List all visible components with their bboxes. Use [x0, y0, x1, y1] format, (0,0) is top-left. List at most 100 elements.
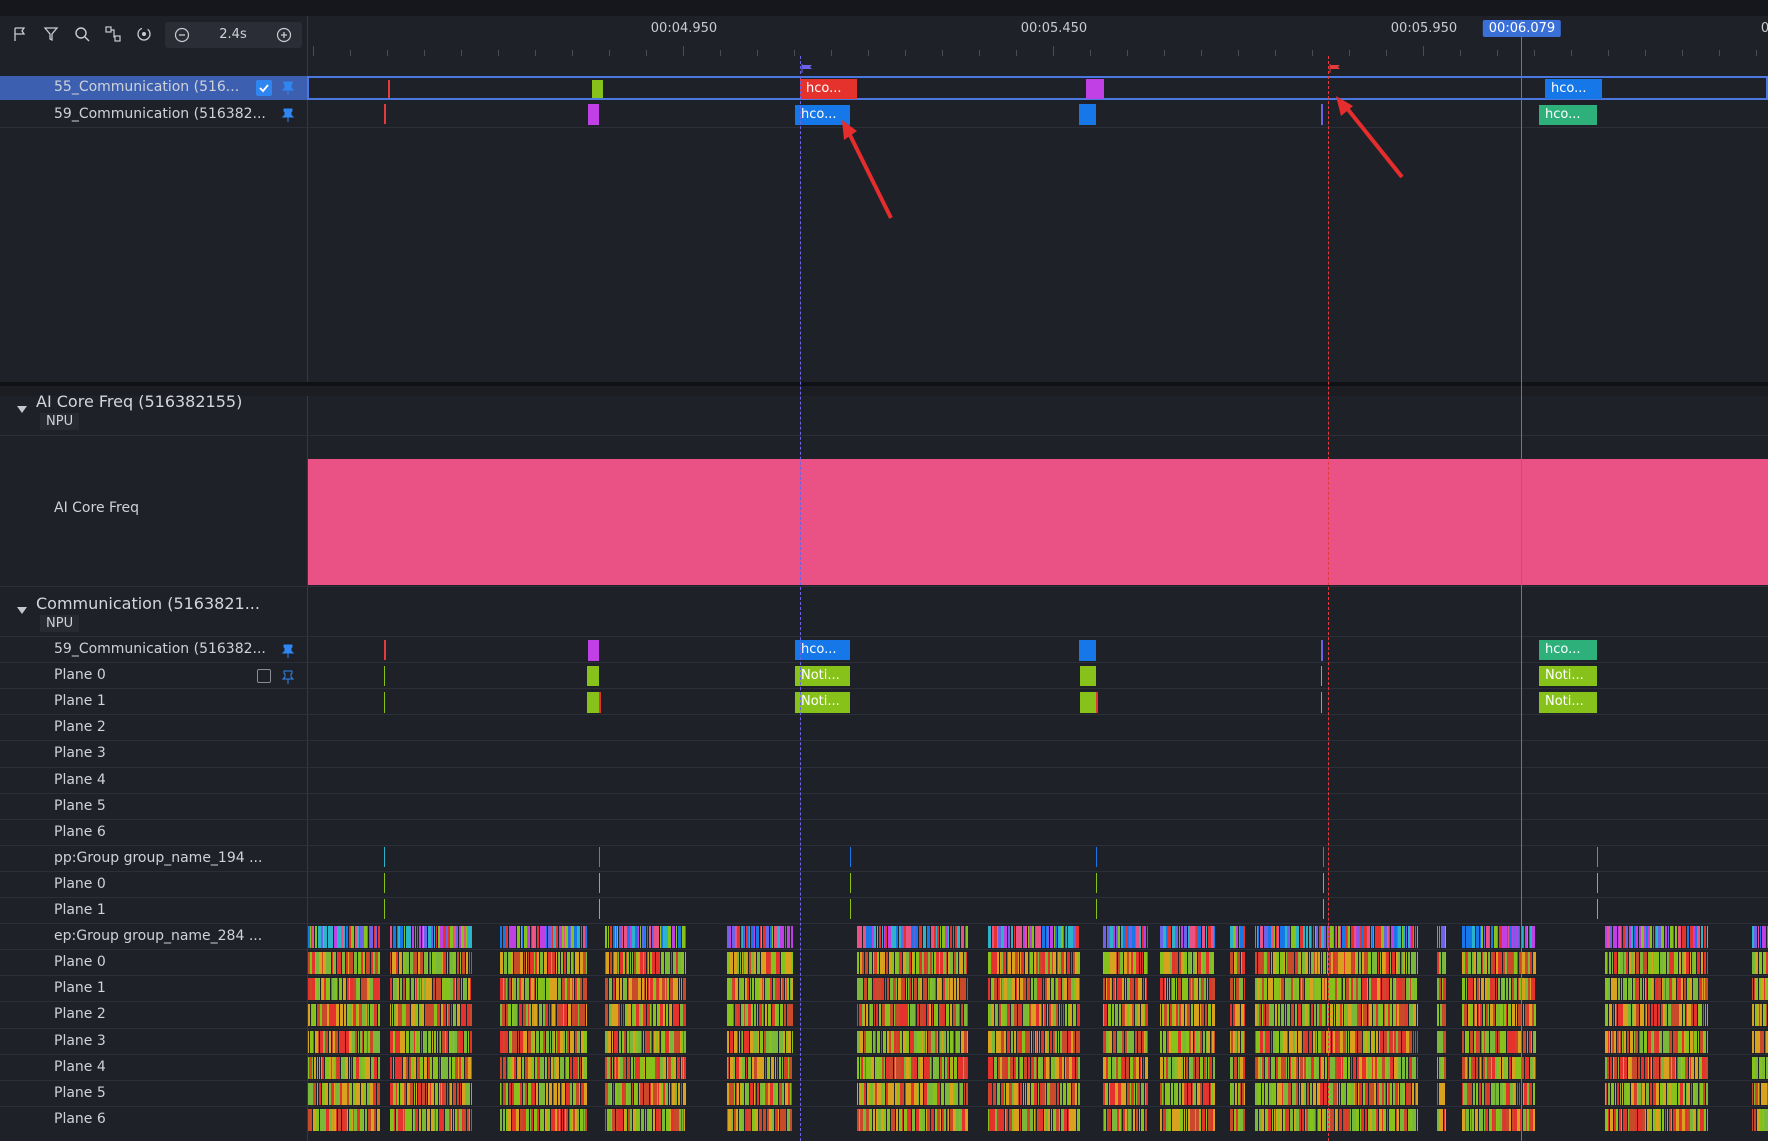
ep-trace-cluster[interactable]: [1103, 1004, 1148, 1026]
top-row-label[interactable]: 59_Communication (516382...: [54, 106, 266, 122]
collapse-triangle-icon[interactable]: [17, 607, 27, 614]
hco-slice[interactable]: hco...: [795, 640, 850, 660]
comm-row-label[interactable]: Plane 1: [54, 693, 106, 709]
ep-trace-cluster[interactable]: [857, 952, 968, 974]
ep-trace-cluster[interactable]: [1160, 952, 1215, 974]
ep-trace-cluster[interactable]: [727, 1057, 793, 1079]
noti-slice[interactable]: Noti...: [1539, 666, 1597, 686]
ep-trace-cluster[interactable]: [605, 1004, 686, 1026]
ep-trace-cluster[interactable]: [390, 1109, 472, 1131]
ep-trace-cluster[interactable]: [988, 1109, 1080, 1131]
ep-trace-cluster[interactable]: [1230, 952, 1245, 974]
comm-row-label[interactable]: ep:Group group_name_284 ...: [54, 928, 262, 944]
ep-trace-cluster[interactable]: [988, 1031, 1080, 1053]
ep-trace-cluster[interactable]: [1437, 1031, 1446, 1053]
ep-trace-cluster[interactable]: [308, 978, 380, 1000]
ep-trace-cluster[interactable]: [308, 1109, 380, 1131]
comm-row-label[interactable]: Plane 3: [54, 1033, 106, 1049]
pp-marker[interactable]: [1597, 873, 1598, 893]
ep-trace-cluster[interactable]: [1330, 1109, 1418, 1131]
comm-row-label[interactable]: Plane 6: [54, 1111, 106, 1127]
ep-trace-cluster[interactable]: [1605, 952, 1708, 974]
flag-icon[interactable]: [9, 23, 31, 45]
ep-trace-cluster[interactable]: [1752, 952, 1768, 974]
ep-trace-cluster[interactable]: [308, 1057, 380, 1079]
ep-trace-cluster[interactable]: [500, 978, 587, 1000]
slice-marker[interactable]: [1321, 104, 1323, 125]
filter-icon[interactable]: [40, 23, 62, 45]
ep-trace-cluster[interactable]: [390, 1057, 472, 1079]
row-checkbox[interactable]: [257, 669, 271, 683]
ep-trace-cluster[interactable]: [988, 952, 1080, 974]
comm-row-label[interactable]: Plane 5: [54, 798, 106, 814]
ep-trace-cluster[interactable]: [605, 1057, 686, 1079]
slice-marker[interactable]: [1079, 640, 1096, 661]
ep-trace-cluster[interactable]: [1160, 1004, 1215, 1026]
ep-trace-cluster[interactable]: [500, 1109, 587, 1131]
ep-trace-cluster[interactable]: [1160, 978, 1215, 1000]
ep-trace-cluster[interactable]: [1330, 926, 1418, 948]
ep-trace-cluster[interactable]: [1230, 978, 1245, 1000]
ep-trace-cluster[interactable]: [988, 926, 1080, 948]
ep-trace-cluster[interactable]: [1462, 1057, 1536, 1079]
comm-row-label[interactable]: Plane 0: [54, 954, 106, 970]
ep-trace-cluster[interactable]: [308, 1004, 380, 1026]
pp-marker[interactable]: [384, 873, 385, 893]
ep-trace-cluster[interactable]: [1103, 1057, 1148, 1079]
hco-slice[interactable]: hco...: [1545, 79, 1602, 99]
ep-trace-cluster[interactable]: [1605, 1031, 1708, 1053]
ep-trace-cluster[interactable]: [500, 1083, 587, 1105]
ep-trace-cluster[interactable]: [1752, 1109, 1768, 1131]
ep-trace-cluster[interactable]: [1230, 1083, 1245, 1105]
pp-marker[interactable]: [1323, 899, 1324, 919]
ep-trace-cluster[interactable]: [1752, 926, 1768, 948]
comm-row-label[interactable]: Plane 2: [54, 719, 106, 735]
zoom-out-icon[interactable]: [171, 24, 193, 46]
noti-slice[interactable]: Noti...: [795, 666, 850, 686]
ep-trace-cluster[interactable]: [500, 1031, 587, 1053]
ep-trace-cluster[interactable]: [1605, 1109, 1708, 1131]
ep-trace-cluster[interactable]: [1255, 1057, 1330, 1079]
ep-trace-cluster[interactable]: [1330, 1083, 1418, 1105]
ep-trace-cluster[interactable]: [857, 1031, 968, 1053]
slice-marker[interactable]: [587, 692, 601, 713]
slice-marker[interactable]: [384, 666, 385, 686]
ep-trace-cluster[interactable]: [390, 1031, 472, 1053]
comm-row-label[interactable]: pp:Group group_name_194 ...: [54, 850, 262, 866]
ep-trace-cluster[interactable]: [1605, 926, 1708, 948]
ep-trace-cluster[interactable]: [1752, 978, 1768, 1000]
pp-marker[interactable]: [599, 873, 600, 893]
comm-row-label[interactable]: Plane 3: [54, 745, 106, 761]
slice-marker[interactable]: [384, 104, 386, 124]
ep-trace-cluster[interactable]: [1103, 1109, 1148, 1131]
time-axis[interactable]: 00:04.950 00:05.450 00:05.950 00:06.079 …: [307, 16, 1768, 56]
search-icon[interactable]: [71, 23, 93, 45]
pp-marker[interactable]: [850, 873, 851, 893]
pp-marker[interactable]: [384, 899, 385, 919]
pin-icon[interactable]: [281, 107, 295, 122]
pp-marker[interactable]: [1096, 847, 1097, 867]
ep-trace-cluster[interactable]: [1462, 1083, 1536, 1105]
pp-marker[interactable]: [599, 847, 600, 867]
comm-row-label[interactable]: Plane 4: [54, 772, 106, 788]
ep-trace-cluster[interactable]: [605, 1083, 686, 1105]
pp-marker[interactable]: [1096, 899, 1097, 919]
ep-trace-cluster[interactable]: [727, 952, 793, 974]
pp-marker[interactable]: [850, 899, 851, 919]
noti-slice[interactable]: Noti...: [795, 692, 850, 713]
ep-trace-cluster[interactable]: [1462, 1004, 1536, 1026]
ep-trace-cluster[interactable]: [1255, 1083, 1330, 1105]
slice-marker[interactable]: [1080, 666, 1096, 686]
pin-outline-icon[interactable]: [281, 669, 295, 684]
ep-trace-cluster[interactable]: [857, 1057, 968, 1079]
ep-trace-cluster[interactable]: [1103, 978, 1148, 1000]
slice-marker[interactable]: [592, 80, 603, 98]
slice-marker[interactable]: [384, 692, 385, 713]
ep-trace-cluster[interactable]: [1160, 1083, 1215, 1105]
pp-marker[interactable]: [1597, 847, 1598, 867]
ep-trace-cluster[interactable]: [857, 926, 968, 948]
ep-trace-cluster[interactable]: [1752, 1057, 1768, 1079]
ep-trace-cluster[interactable]: [1437, 1083, 1446, 1105]
ep-trace-cluster[interactable]: [1255, 926, 1330, 948]
flag-marker-purple[interactable]: [801, 58, 813, 73]
